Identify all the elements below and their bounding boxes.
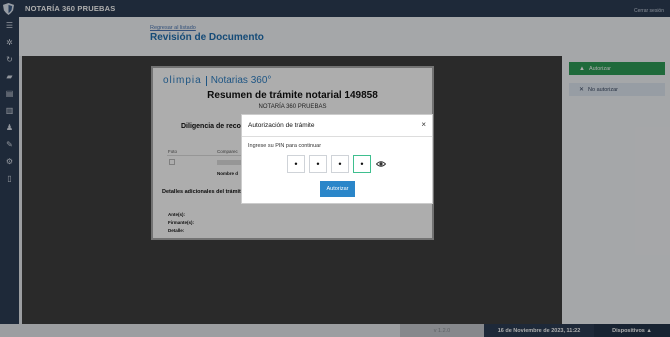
pin-digit-2[interactable]: • (309, 155, 327, 173)
eye-icon[interactable] (376, 159, 386, 169)
pin-instruction: Ingrese su PIN para continuar (248, 143, 322, 149)
pin-digit-4[interactable]: • (353, 155, 371, 173)
authorization-modal: Autorización de trámite × Ingrese su PIN… (241, 114, 433, 204)
pin-digit-3[interactable]: • (331, 155, 349, 173)
pin-digit-1[interactable]: • (287, 155, 305, 173)
modal-divider (242, 136, 432, 137)
modal-authorize-button[interactable]: Autorizar (320, 181, 355, 197)
close-icon[interactable]: × (421, 120, 426, 129)
modal-title: Autorización de trámite (248, 122, 315, 129)
